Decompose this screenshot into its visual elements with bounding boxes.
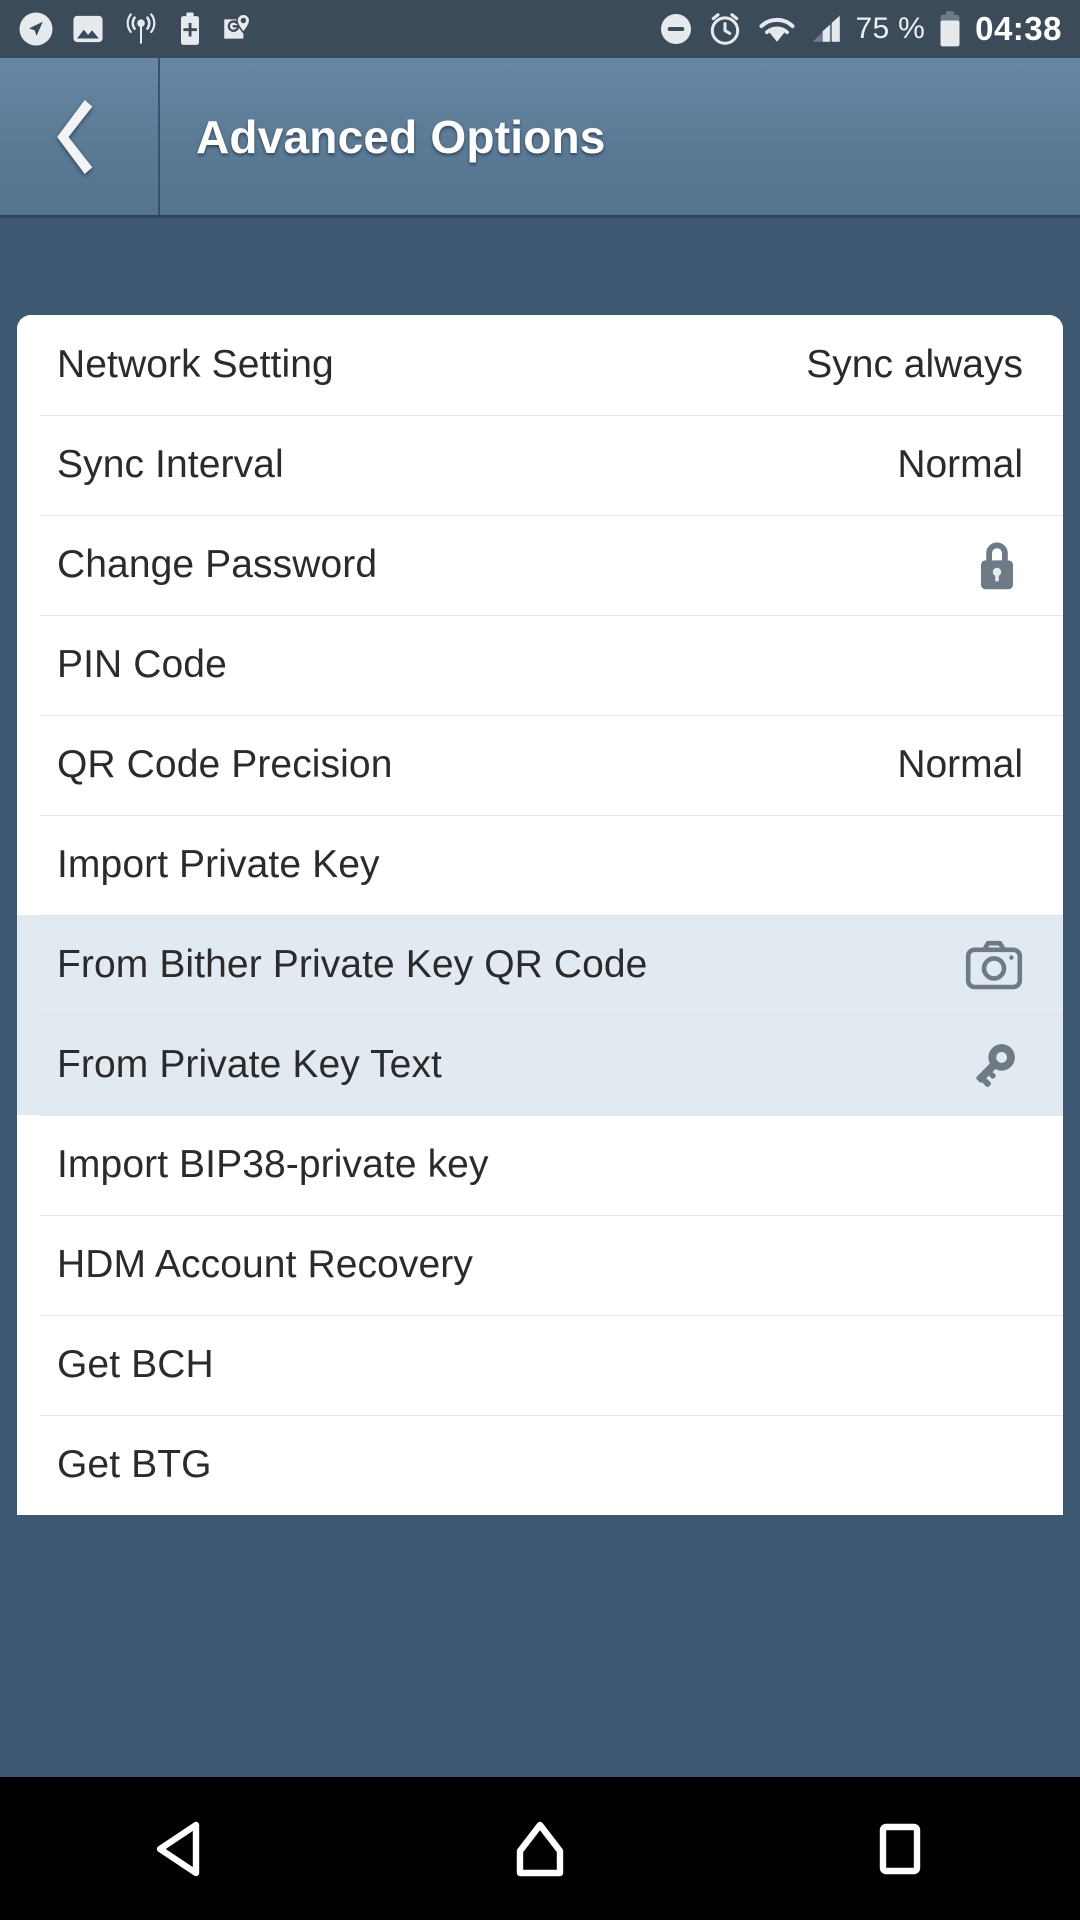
- list-item-get-btg[interactable]: Get BTG: [17, 1415, 1063, 1515]
- battery-icon: [940, 11, 960, 47]
- status-bar-right-icons: 75 % 04:38: [658, 10, 1063, 48]
- battery-plus-icon: [181, 12, 199, 45]
- list-item-label: Get BTG: [57, 1443, 212, 1486]
- camera-icon: [965, 939, 1023, 991]
- phone-screen: 75 % 04:38 Advanced Options Network Sett…: [0, 0, 1080, 1920]
- list-item-label: Import Private Key: [57, 843, 380, 886]
- list-item-label: Get BCH: [57, 1343, 214, 1386]
- list-item-label: From Private Key Text: [57, 1043, 442, 1086]
- chevron-left-icon: [57, 99, 93, 174]
- list-item-sync-interval[interactable]: Sync Interval Normal: [17, 415, 1063, 515]
- nav-home-button[interactable]: [440, 1819, 640, 1879]
- list-item-network-setting[interactable]: Network Setting Sync always: [17, 315, 1063, 415]
- system-navigation-bar: [0, 1777, 1080, 1920]
- image-icon: [73, 15, 103, 43]
- google-maps-icon: [224, 13, 251, 39]
- navigation-arrow-icon: [19, 12, 53, 46]
- back-button[interactable]: [0, 58, 160, 215]
- recents-square-icon: [879, 1823, 921, 1874]
- do-not-disturb-icon: [660, 14, 691, 44]
- list-item-get-bch[interactable]: Get BCH: [17, 1315, 1063, 1415]
- cellular-signal-icon: [812, 14, 840, 42]
- page-title: Advanced Options: [196, 110, 606, 163]
- list-item-label: PIN Code: [57, 643, 227, 686]
- key-icon: [965, 1036, 1023, 1094]
- list-item-from-bither-private-key-qr-code[interactable]: From Bither Private Key QR Code: [17, 915, 1063, 1015]
- wifi-icon: [758, 17, 795, 42]
- list-item-label: Import BIP38-private key: [57, 1143, 489, 1186]
- lock-icon: [971, 536, 1023, 594]
- battery-percent-label: 75 %: [855, 12, 926, 45]
- list-item-import-private-key[interactable]: Import Private Key: [17, 815, 1063, 915]
- back-triangle-icon: [156, 1821, 200, 1876]
- clock-label: 04:38: [975, 10, 1062, 47]
- nav-back-button[interactable]: [80, 1819, 280, 1879]
- status-bar-left-icons: [18, 11, 254, 47]
- signal-tower-icon: [126, 13, 156, 44]
- list-item-label: HDM Account Recovery: [57, 1243, 473, 1286]
- list-item-label: Sync Interval: [57, 443, 284, 486]
- list-item-label: Change Password: [57, 543, 378, 586]
- list-item-hdm-account-recovery[interactable]: HDM Account Recovery: [17, 1215, 1063, 1315]
- list-item-label: From Bither Private Key QR Code: [57, 943, 648, 986]
- list-item-qr-code-precision[interactable]: QR Code Precision Normal: [17, 715, 1063, 815]
- nav-recents-button[interactable]: [800, 1821, 1000, 1877]
- list-item-pin-code[interactable]: PIN Code: [17, 615, 1063, 715]
- list-item-value: Normal: [897, 443, 1023, 486]
- list-item-label: QR Code Precision: [57, 743, 393, 786]
- list-item-change-password[interactable]: Change Password: [17, 515, 1063, 615]
- home-icon: [516, 1821, 564, 1876]
- list-item-import-bip38-private-key[interactable]: Import BIP38-private key: [17, 1115, 1063, 1215]
- list-item-value: Sync always: [806, 343, 1023, 386]
- list-item-value: Normal: [897, 743, 1023, 786]
- action-bar: Advanced Options: [0, 58, 1080, 218]
- list-item-from-private-key-text[interactable]: From Private Key Text: [17, 1015, 1063, 1115]
- settings-card: Network Setting Sync always Sync Interva…: [17, 315, 1063, 1515]
- alarm-clock-icon: [710, 13, 739, 45]
- status-bar: 75 % 04:38: [0, 0, 1080, 58]
- list-item-label: Network Setting: [57, 343, 334, 386]
